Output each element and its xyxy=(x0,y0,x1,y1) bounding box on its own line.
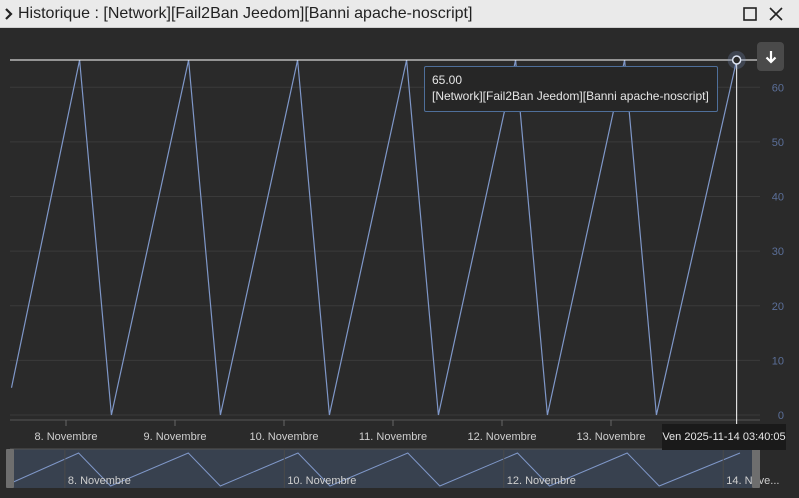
x-tick-label: 10. Novembre xyxy=(249,431,318,443)
x-tick-label: 8. Novembre xyxy=(35,431,98,443)
y-tick-label: 60 xyxy=(772,82,784,94)
navigator-tick-label: 10. Novembre xyxy=(287,475,356,487)
x-tick-label: 11. Novembre xyxy=(359,431,427,443)
tooltip-value: 65.00 xyxy=(432,73,463,87)
chevron-right-icon[interactable] xyxy=(0,0,18,28)
y-tick-label: 40 xyxy=(772,192,784,204)
maximize-icon xyxy=(743,7,757,21)
x-tick-label: 9. Novembre xyxy=(144,431,207,443)
export-button[interactable] xyxy=(757,42,784,71)
y-tick-label: 50 xyxy=(772,137,784,149)
maximize-button[interactable] xyxy=(737,0,763,28)
tooltip-series: [Network][Fail2Ban Jeedom][Banni apache-… xyxy=(432,89,709,103)
x-tick-label: 12. Novembre xyxy=(467,431,536,443)
y-tick-label: 0 xyxy=(778,410,784,422)
crosshair-x-label: Ven 2025-11-14 03:40:05 xyxy=(662,424,786,450)
x-tick-label: 13. Novembre xyxy=(576,431,645,443)
y-tick-label: 10 xyxy=(772,355,784,367)
navigator-handle-left[interactable] xyxy=(6,449,14,488)
navigator-handle-right[interactable] xyxy=(752,449,760,488)
series-line xyxy=(10,59,738,416)
highlight-point xyxy=(731,55,742,65)
navigator-tick-label: 8. Novembre xyxy=(68,475,131,487)
y-tick-label: 30 xyxy=(772,246,784,258)
arrow-down-icon xyxy=(765,50,776,64)
window-titlebar: Historique : [Network][Fail2Ban Jeedom][… xyxy=(0,0,799,28)
close-button[interactable] xyxy=(763,0,789,28)
navigator-tick-label: 12. Novembre xyxy=(507,475,576,487)
close-icon xyxy=(769,7,783,21)
window-title: Historique : [Network][Fail2Ban Jeedom][… xyxy=(18,4,473,22)
y-tick-label: 20 xyxy=(772,301,784,313)
chart-tooltip: 65.00 [Network][Fail2Ban Jeedom][Banni a… xyxy=(424,66,718,112)
